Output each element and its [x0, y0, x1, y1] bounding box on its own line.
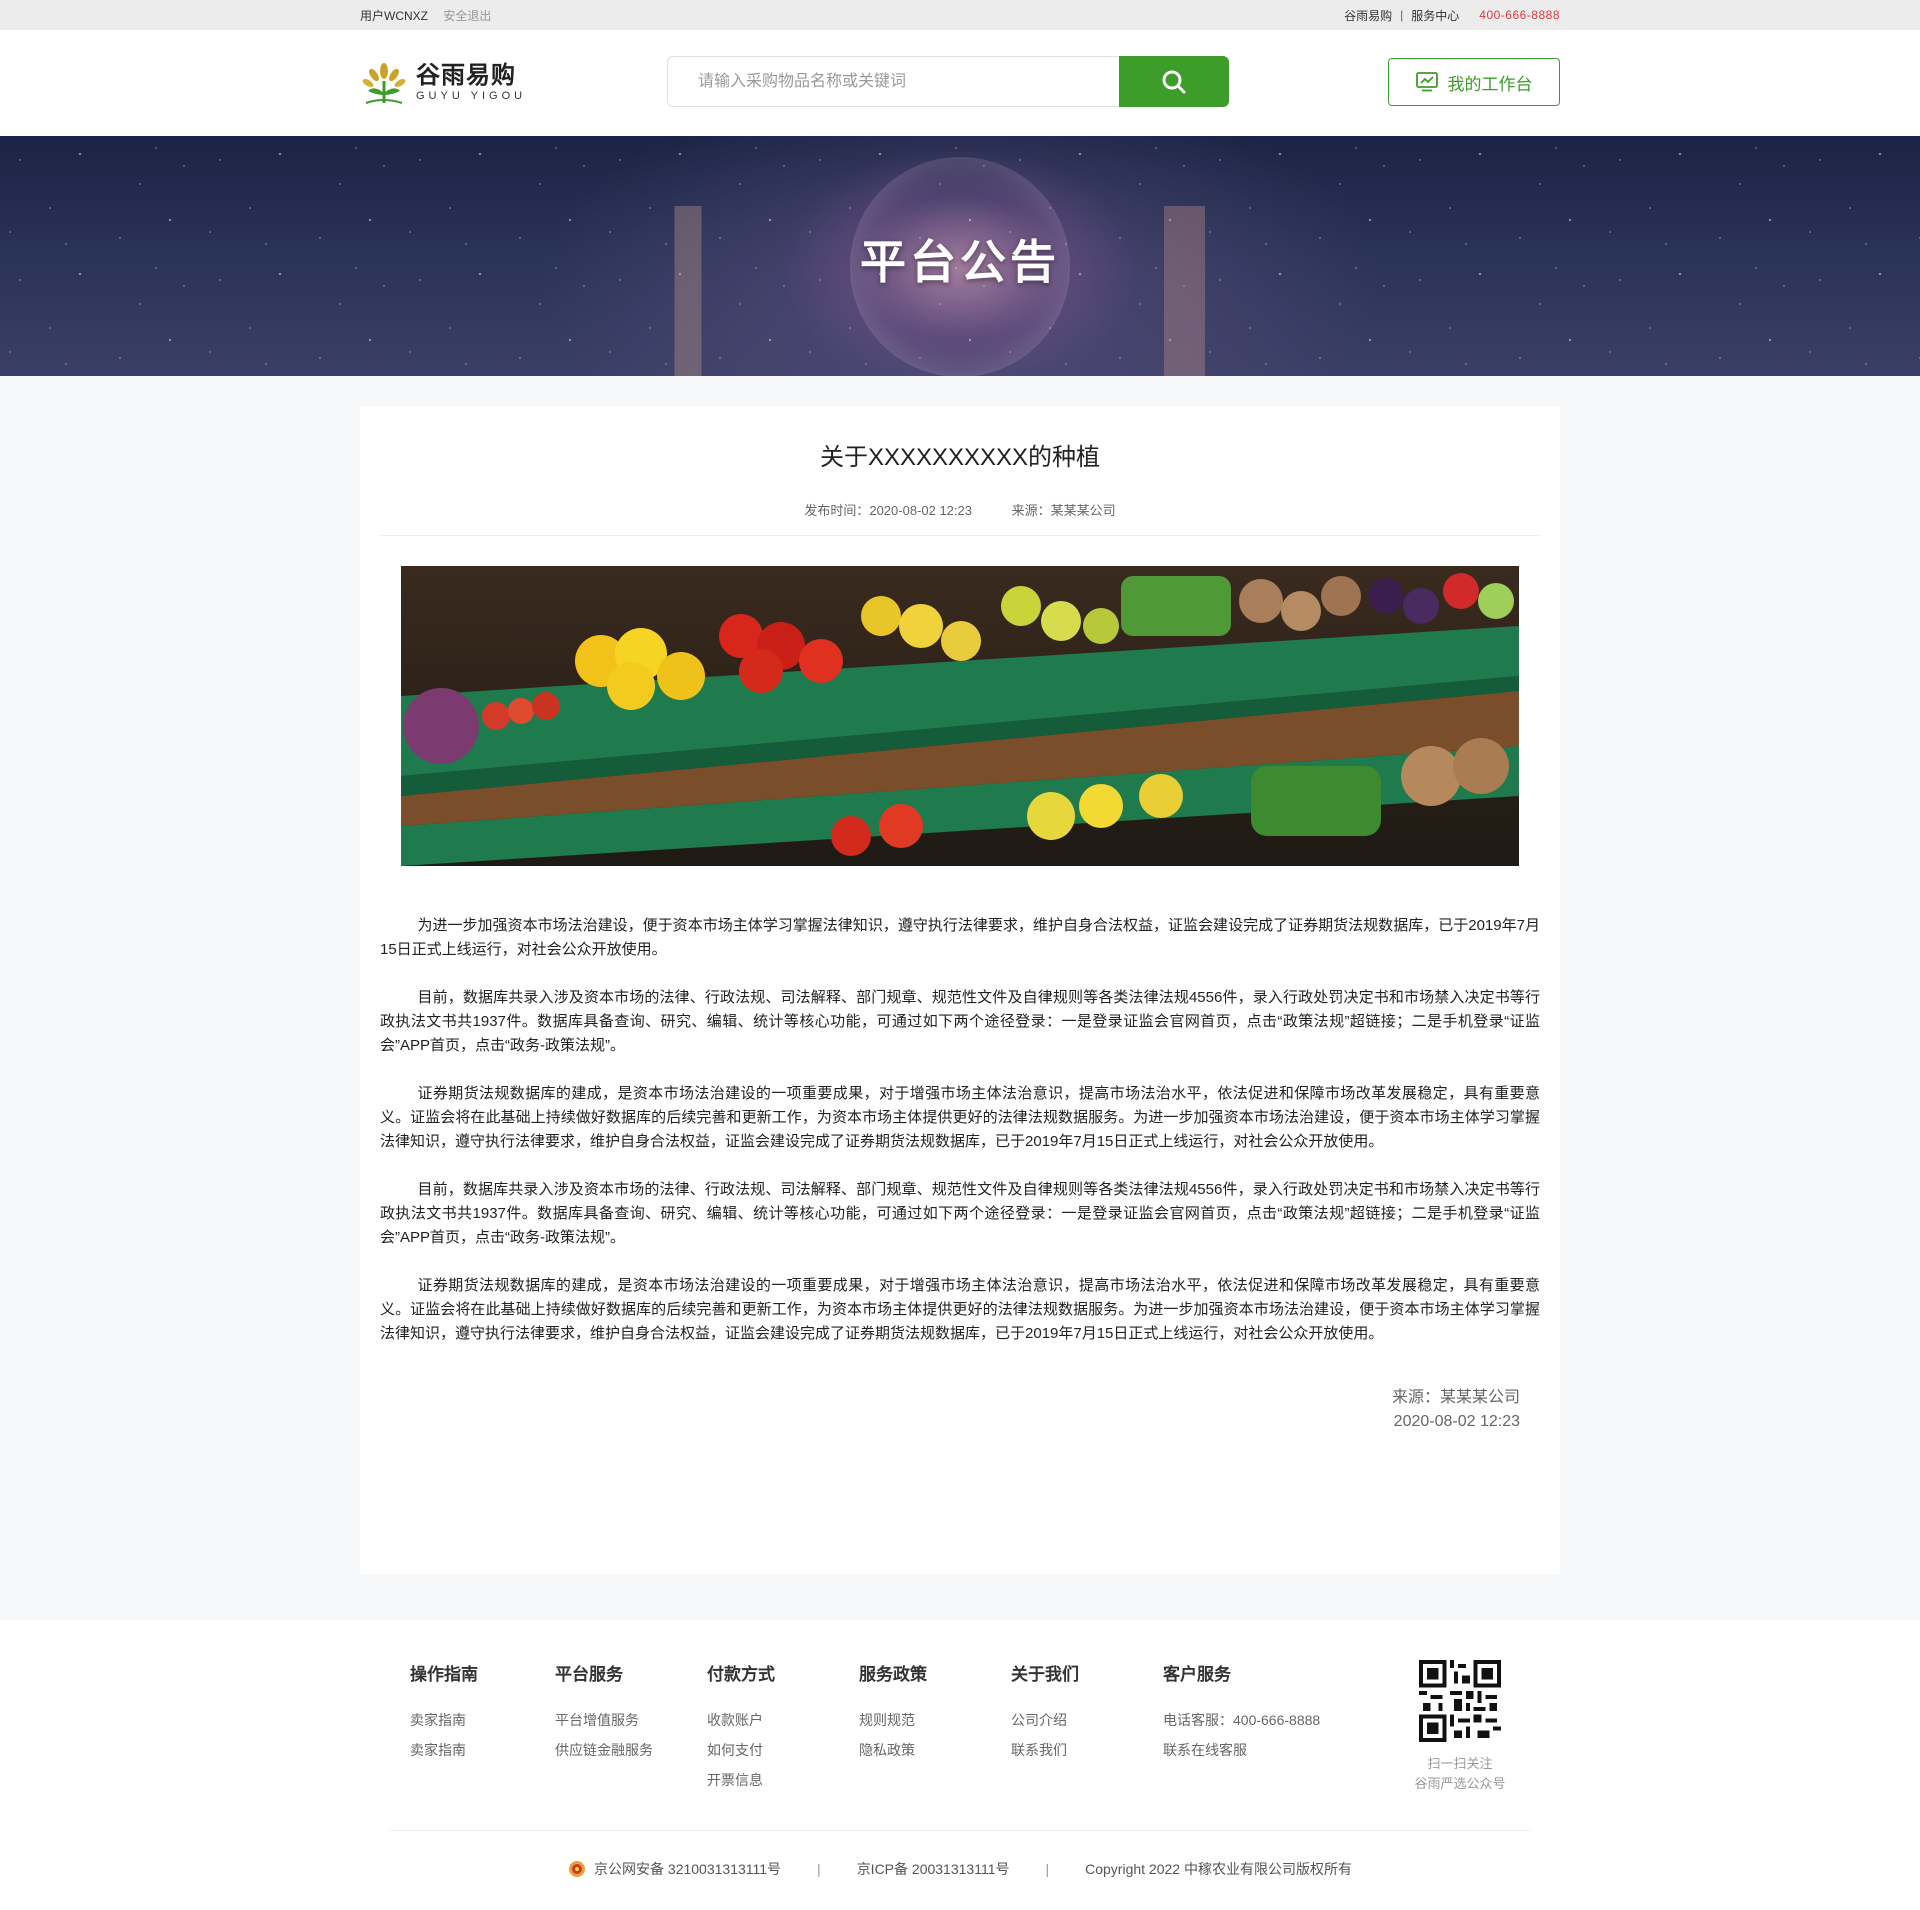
search-bar	[667, 56, 1229, 107]
footer-column-title: 客户服务	[1163, 1665, 1231, 1684]
article-signature: 来源：某某某公司 2020-08-02 12:23	[380, 1386, 1540, 1434]
footer-column-title: 服务政策	[859, 1665, 927, 1684]
footer-column-title: 平台服务	[555, 1665, 623, 1684]
top-utility-bar: 用户WCNXZ 安全退出 谷雨易购 | 服务中心 400-666-8888	[0, 0, 1920, 30]
footer-columns: 操作指南 卖家指南 卖家指南 平台服务 平台增值服务 供应链金融服务 付款方式 …	[390, 1620, 1530, 1830]
my-workbench-button[interactable]: 我的工作台	[1388, 58, 1560, 106]
footer-link[interactable]: 隐私政策	[859, 1735, 927, 1765]
footer-link[interactable]: 公司介绍	[1011, 1705, 1079, 1735]
legal-separator: |	[817, 1861, 821, 1877]
logo-chinese-name: 谷雨易购	[416, 62, 516, 89]
logout-link[interactable]: 安全退出	[443, 9, 491, 23]
publish-time: 发布时间：2020-08-02 12:23	[804, 503, 972, 518]
footer-link[interactable]: 供应链金融服务	[555, 1735, 653, 1765]
footer-link[interactable]: 如何支付	[707, 1735, 775, 1765]
footer-column-payment: 付款方式 收款账户 如何支付 开票信息	[707, 1660, 775, 1795]
search-icon	[1162, 70, 1186, 93]
site-footer: 操作指南 卖家指南 卖家指南 平台服务 平台增值服务 供应链金融服务 付款方式 …	[0, 1620, 1920, 1910]
qr-caption-line2: 谷雨严选公众号	[1414, 1776, 1506, 1791]
footer-column-title: 关于我们	[1011, 1665, 1079, 1684]
article-source: 来源：某某某公司	[1011, 503, 1116, 518]
logo-english-name: GUYU YIGOU	[416, 90, 527, 102]
footer-column-guide: 操作指南 卖家指南 卖家指南	[410, 1660, 478, 1765]
topbar-separator: |	[1400, 8, 1404, 22]
sprout-logo-icon	[362, 63, 406, 104]
hotline-phone: 400-666-8888	[1479, 8, 1560, 22]
footer-column-about: 关于我们 公司介绍 联系我们	[1011, 1660, 1079, 1765]
footer-column-support: 客户服务 电话客服：400-666-8888 联系在线客服	[1163, 1660, 1320, 1765]
site-header: 谷雨易购 GUYU YIGOU 我的工作台	[0, 30, 1920, 136]
article-title: 关于XXXXXXXXXX的种植	[819, 444, 1101, 471]
article-hero-image	[401, 566, 1519, 866]
announcement-banner: 平台公告	[0, 136, 1920, 376]
article-paragraph: 证券期货法规数据库的建成，是资本市场法治建设的一项重要成果，对于增强市场主体法治…	[380, 1277, 1540, 1342]
article-meta: 发布时间：2020-08-02 12:23 来源：某某某公司	[380, 500, 1540, 536]
footer-link[interactable]: 联系我们	[1011, 1735, 1079, 1765]
home-link[interactable]: 谷雨易购	[1344, 7, 1392, 24]
footer-link[interactable]: 平台增值服务	[555, 1705, 653, 1735]
footer-link[interactable]: 电话客服：400-666-8888	[1163, 1705, 1320, 1735]
footer-link[interactable]: 收款账户	[707, 1705, 775, 1735]
user-name: 用户WCNXZ	[360, 8, 428, 23]
footer-legal-bar: 京公网安备 3210031313111号 | 京ICP备 20031313111…	[0, 1831, 1920, 1907]
copyright-text: Copyright 2022 中稼农业有限公司版权所有	[1085, 1861, 1352, 1877]
service-center-link[interactable]: 服务中心	[1411, 7, 1459, 24]
police-record-link[interactable]: 京公网安备 3210031313111号	[594, 1859, 781, 1879]
article-paragraph: 为进一步加强资本市场法治建设，便于资本市场主体学习掌握法律知识，遵守执行法律要求…	[380, 917, 1540, 958]
signature-source: 来源：某某某公司	[1391, 1389, 1520, 1406]
footer-link[interactable]: 联系在线客服	[1163, 1735, 1320, 1765]
article-paragraph: 目前，数据库共录入涉及资本市场的法律、行政法规、司法解释、部门规章、规范性文件及…	[380, 989, 1540, 1054]
banner-title: 平台公告	[860, 236, 1060, 288]
footer-column-title: 操作指南	[410, 1665, 478, 1684]
footer-column-title: 付款方式	[707, 1665, 775, 1684]
footer-link[interactable]: 开票信息	[707, 1765, 775, 1795]
article-card: 关于XXXXXXXXXX的种植 发布时间：2020-08-02 12:23 来源…	[360, 406, 1560, 1574]
footer-link[interactable]: 规则规范	[859, 1705, 927, 1735]
footer-column-policy: 服务政策 规则规范 隐私政策	[859, 1660, 927, 1765]
qr-caption-line1: 扫一扫关注	[1427, 1756, 1493, 1771]
article-paragraph: 目前，数据库共录入涉及资本市场的法律、行政法规、司法解释、部门规章、规范性文件及…	[380, 1181, 1540, 1246]
icp-record-link[interactable]: 京ICP备 20031313111号	[857, 1859, 1010, 1879]
wechat-qr-block: 扫一扫关注 谷雨严选公众号	[1410, 1660, 1510, 1794]
footer-column-services: 平台服务 平台增值服务 供应链金融服务	[555, 1660, 653, 1765]
article-paragraph: 证券期货法规数据库的建成，是资本市场法治建设的一项重要成果，对于增强市场主体法治…	[380, 1085, 1540, 1150]
legal-separator: |	[1045, 1861, 1050, 1877]
search-input[interactable]	[667, 56, 1119, 107]
search-button[interactable]	[1119, 56, 1229, 107]
police-badge-icon	[569, 1861, 586, 1877]
site-logo[interactable]: 谷雨易购 GUYU YIGOU	[360, 59, 660, 107]
monitor-chart-icon	[1415, 72, 1438, 92]
footer-link[interactable]: 卖家指南	[410, 1735, 478, 1765]
article-body: 为进一步加强资本市场法治建设，便于资本市场主体学习掌握法律知识，遵守执行法律要求…	[380, 914, 1540, 1346]
qr-code-icon	[1419, 1660, 1501, 1742]
signature-time: 2020-08-02 12:23	[1393, 1413, 1520, 1430]
footer-link[interactable]: 卖家指南	[410, 1705, 478, 1735]
my-workbench-label: 我的工作台	[1447, 74, 1533, 94]
police-record: 京公网安备 3210031313111号	[568, 1859, 781, 1879]
